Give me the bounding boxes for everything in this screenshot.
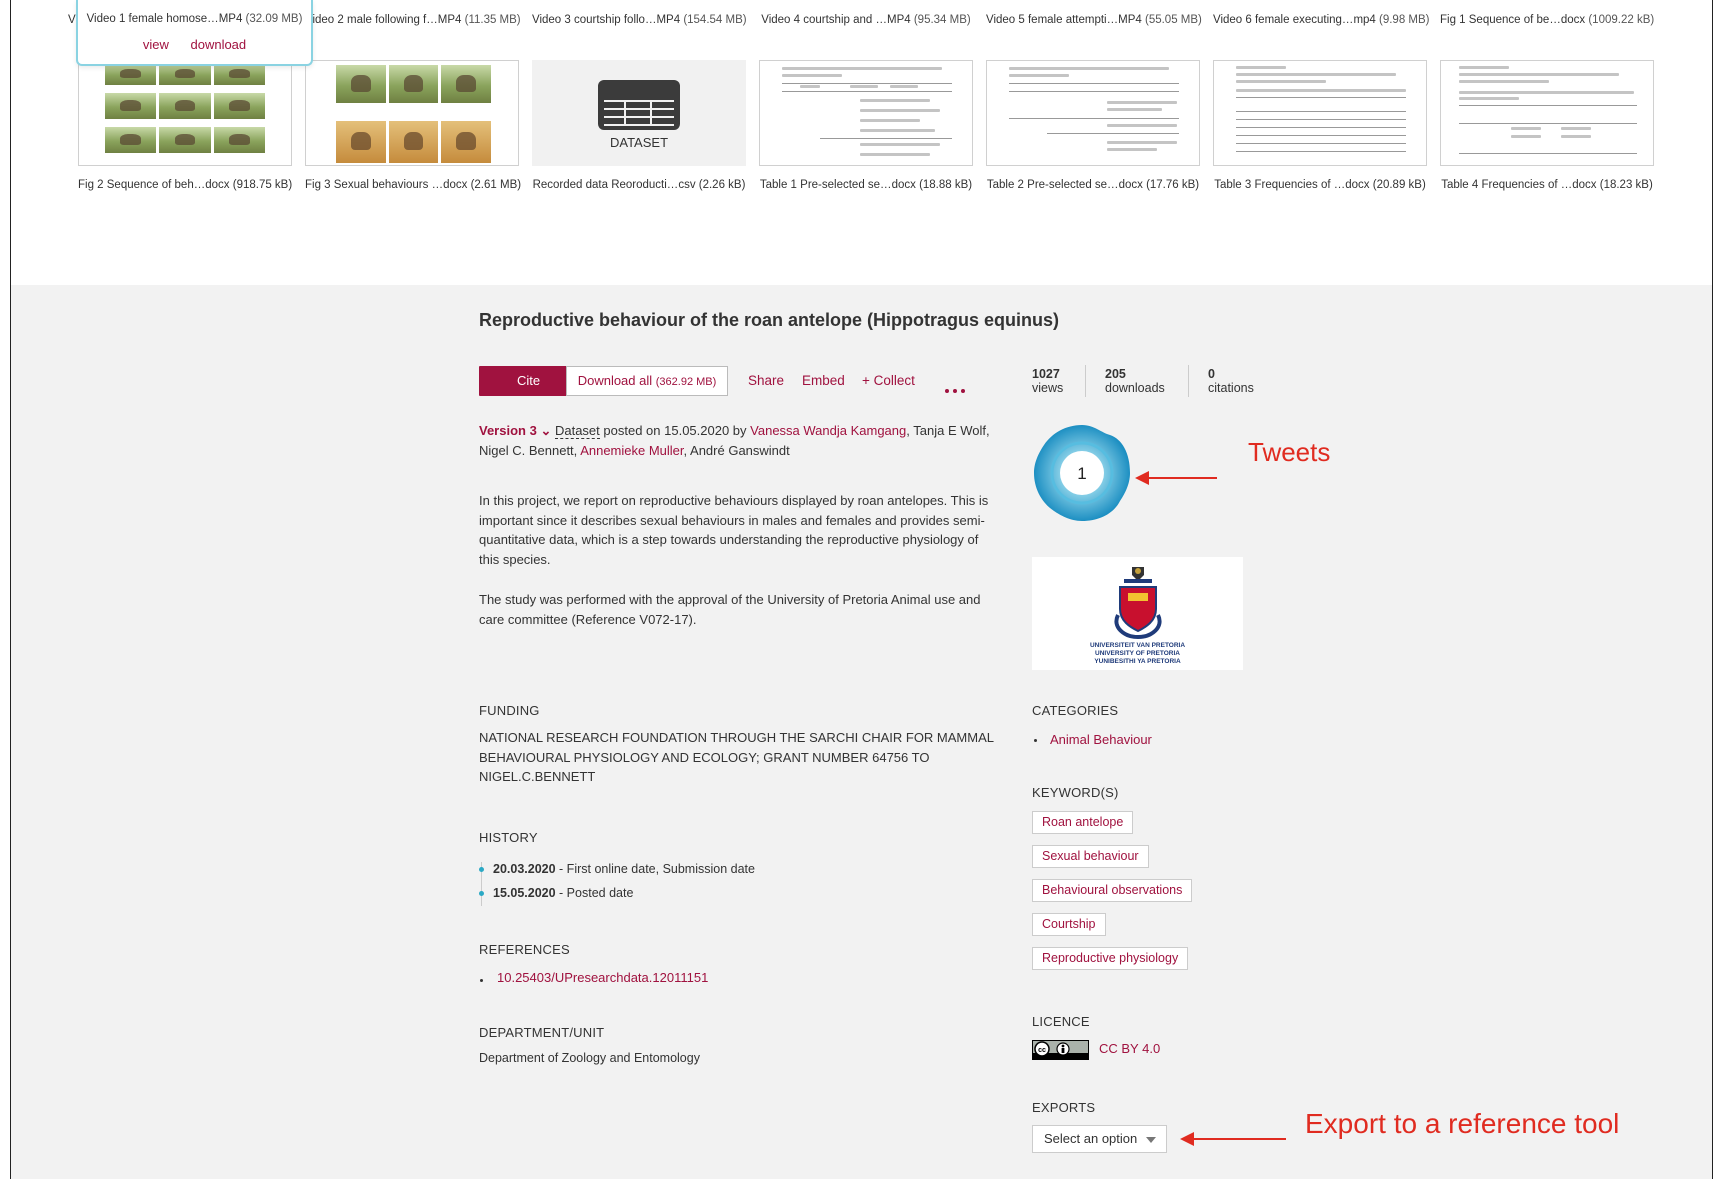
file-hover-popup: Video 1 female homose…MP4 (32.09 MB) vie… <box>76 0 313 66</box>
view-link[interactable]: view <box>143 37 169 52</box>
page-frame <box>10 0 1713 1179</box>
file-name: Video 1 female homose…MP4 (32.09 MB) <box>86 13 303 25</box>
download-link[interactable]: download <box>190 37 246 52</box>
